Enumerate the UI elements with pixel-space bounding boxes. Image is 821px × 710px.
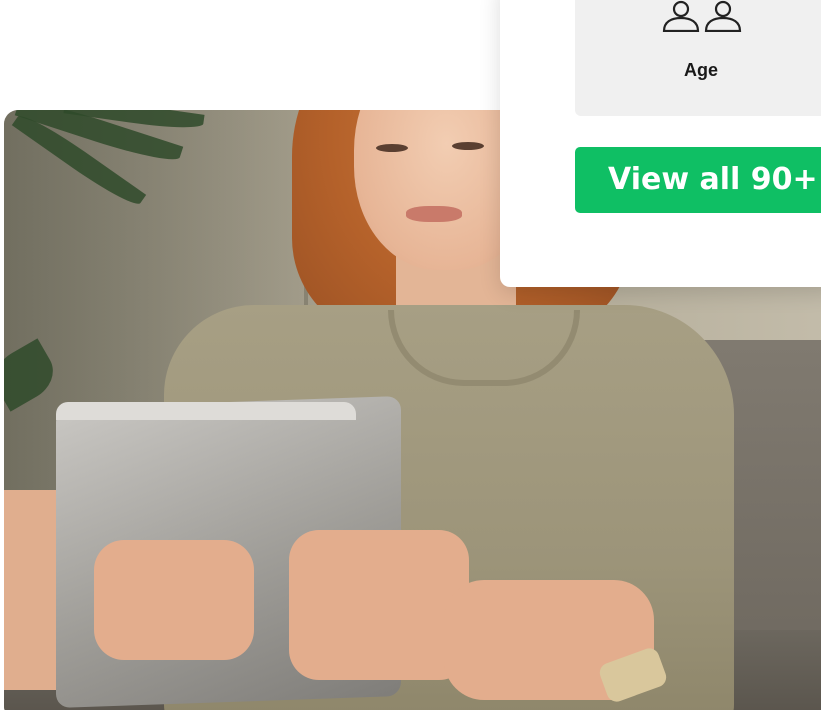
view-all-button[interactable]: View all 90+ ta: [575, 147, 821, 213]
right-eye: [452, 142, 484, 150]
category-card: Age View all 90+ ta: [500, 0, 821, 287]
left-eye: [376, 144, 408, 152]
category-tile-age[interactable]: Age: [575, 0, 821, 116]
tile-label: Age: [683, 60, 718, 80]
people-icon: [662, 0, 742, 32]
hero-section: Age View all 90+ ta: [0, 0, 821, 710]
tablet-edge: [56, 402, 356, 420]
left-hand: [94, 540, 254, 660]
lips: [406, 206, 462, 222]
right-hand: [289, 530, 469, 680]
